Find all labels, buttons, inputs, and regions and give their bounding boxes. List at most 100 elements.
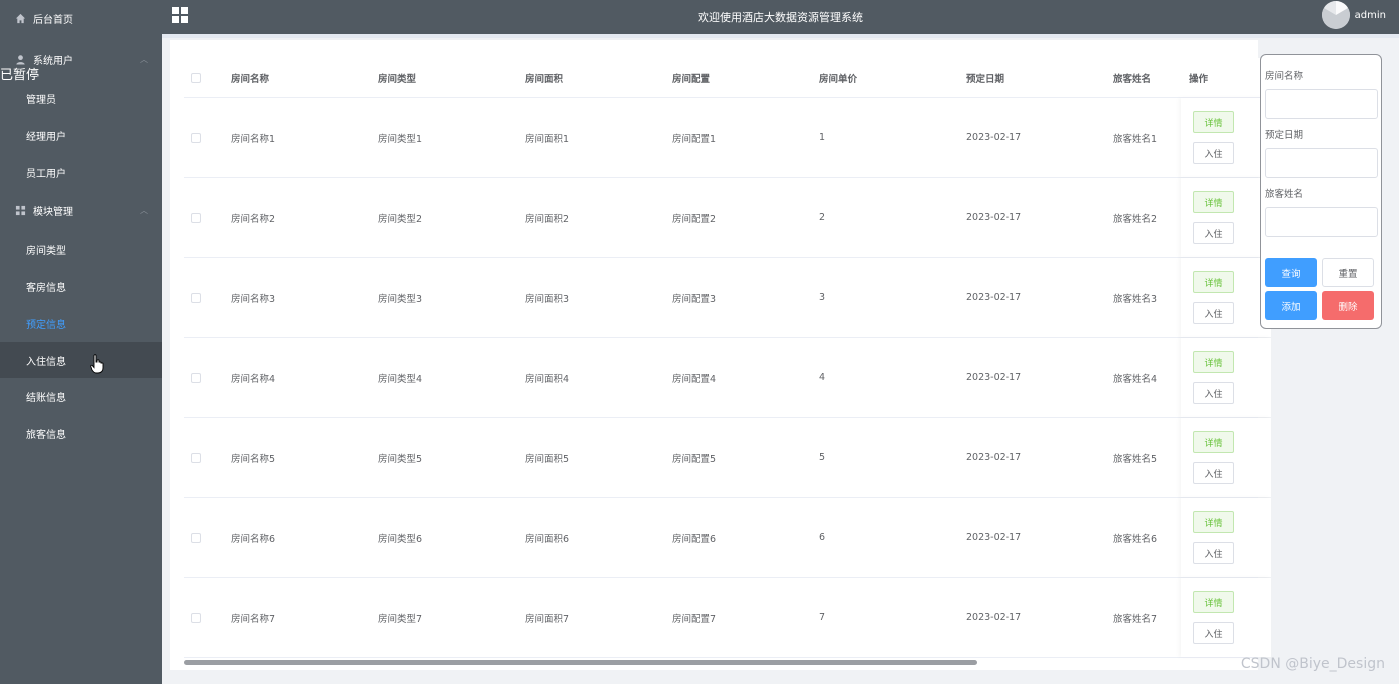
checkin-button[interactable]: 入住	[1193, 302, 1234, 324]
table-cell: 2023-02-17	[966, 612, 1022, 623]
hand-cursor-icon	[90, 354, 104, 374]
column-header: 旅客姓名	[1113, 73, 1152, 85]
row-checkbox[interactable]	[191, 178, 201, 257]
table-cell: 房间名称3	[231, 293, 276, 305]
row-actions: 详情 入住	[1181, 258, 1271, 337]
table-cell: 2023-02-17	[966, 532, 1022, 543]
table-cell: 房间面积4	[525, 373, 570, 385]
add-button[interactable]: 添加	[1265, 291, 1317, 320]
table-cell: 旅客姓名6	[1113, 533, 1158, 545]
row-checkbox[interactable]	[191, 418, 201, 497]
table-cell: 2	[819, 212, 826, 223]
table-cell: 房间名称5	[231, 453, 276, 465]
sidebar-item-modules[interactable]: 模块管理 ︿	[0, 192, 162, 228]
sidebar-item-room-info[interactable]: 客房信息	[0, 268, 162, 304]
checkin-button[interactable]: 入住	[1193, 142, 1234, 164]
table-cell: 房间配置5	[672, 453, 717, 465]
detail-button[interactable]: 详情	[1193, 431, 1234, 453]
sidebar-item-room-types[interactable]: 房间类型	[0, 231, 162, 267]
row-checkbox[interactable]	[191, 498, 201, 577]
room-name-input[interactable]	[1265, 89, 1378, 119]
reset-button[interactable]: 重置	[1322, 258, 1374, 287]
reservation-date-input[interactable]	[1265, 148, 1378, 178]
row-checkbox[interactable]	[191, 338, 201, 417]
detail-button[interactable]: 详情	[1193, 351, 1234, 373]
sidebar-item-checkout-info[interactable]: 结账信息	[0, 378, 162, 414]
table-row[interactable]: 房间名称3 房间类型3 房间面积3 房间配置3 3 2023-02-17 旅客姓名3 详情 入住	[184, 258, 1271, 338]
table-cell: 房间配置7	[672, 613, 717, 625]
table-cell: 2023-02-17	[966, 212, 1022, 223]
row-checkbox[interactable]	[191, 98, 201, 177]
username[interactable]: admin	[1355, 10, 1386, 21]
sidebar-item-label: 管理员	[26, 94, 56, 106]
table-row[interactable]: 房间名称2 房间类型2 房间面积2 房间配置2 2 2023-02-17 旅客姓名2 详情 入住	[184, 178, 1271, 258]
sidebar-item-label: 模块管理	[33, 206, 73, 218]
sidebar-item-label: 旅客信息	[26, 429, 66, 441]
detail-button[interactable]: 详情	[1193, 191, 1234, 213]
sidebar-item-label: 房间类型	[26, 245, 66, 257]
table-cell: 旅客姓名5	[1113, 453, 1158, 465]
table-cell: 3	[819, 292, 826, 303]
table-cell: 房间面积6	[525, 533, 570, 545]
table-cell: 房间类型6	[378, 533, 423, 545]
column-header: 预定日期	[966, 73, 1005, 85]
column-header-actions: 操作	[1181, 58, 1271, 98]
column-header: 房间面积	[525, 73, 564, 85]
table-row[interactable]: 房间名称1 房间类型1 房间面积1 房间配置1 1 2023-02-17 旅客姓名1 详情 入住	[184, 98, 1271, 178]
table-cell: 房间配置2	[672, 213, 717, 225]
delete-button[interactable]: 删除	[1322, 291, 1374, 320]
table-cell: 2023-02-17	[966, 372, 1022, 383]
table-cell: 房间类型7	[378, 613, 423, 625]
table-cell: 旅客姓名4	[1113, 373, 1158, 385]
checkin-button[interactable]: 入住	[1193, 382, 1234, 404]
row-checkbox[interactable]	[191, 258, 201, 337]
table-cell: 房间面积7	[525, 613, 570, 625]
sidebar-item-admin[interactable]: 管理员	[0, 80, 162, 116]
checkin-button[interactable]: 入住	[1193, 222, 1234, 244]
guest-name-label: 旅客姓名	[1265, 189, 1304, 200]
table-cell: 房间配置3	[672, 293, 717, 305]
avatar[interactable]	[1322, 1, 1350, 29]
select-all-checkbox[interactable]	[191, 58, 201, 97]
sidebar-item-reservations[interactable]: 预定信息	[0, 305, 162, 341]
table-cell: 2023-02-17	[966, 452, 1022, 463]
detail-button[interactable]: 详情	[1193, 511, 1234, 533]
checkin-button[interactable]: 入住	[1193, 462, 1234, 484]
table-cell: 5	[819, 452, 826, 463]
table-cell: 房间类型2	[378, 213, 423, 225]
sidebar-item-checkin-info[interactable]: 入住信息	[0, 342, 162, 378]
chevron-up-icon: ︿	[140, 206, 148, 215]
table-row[interactable]: 房间名称7 房间类型7 房间面积7 房间配置7 7 2023-02-17 旅客姓名7 详情 入住	[184, 578, 1271, 658]
checkin-button[interactable]: 入住	[1193, 622, 1234, 644]
detail-button[interactable]: 详情	[1193, 591, 1234, 613]
table-row[interactable]: 房间名称6 房间类型6 房间面积6 房间配置6 6 2023-02-17 旅客姓名6 详情 入住	[184, 498, 1271, 578]
home-icon	[14, 12, 26, 24]
top-bar: 欢迎使用酒店大数据资源管理系统 admin	[162, 0, 1399, 34]
detail-button[interactable]: 详情	[1193, 111, 1234, 133]
detail-button[interactable]: 详情	[1193, 271, 1234, 293]
table-row[interactable]: 房间名称5 房间类型5 房间面积5 房间配置5 5 2023-02-17 旅客姓名5 详情 入住	[184, 418, 1271, 498]
chevron-up-icon: ︿	[140, 55, 148, 64]
horizontal-scrollbar[interactable]	[184, 660, 977, 665]
row-actions: 详情 入住	[1181, 98, 1271, 177]
guest-name-input[interactable]	[1265, 207, 1378, 237]
table-row[interactable]: 房间名称4 房间类型4 房间面积4 房间配置4 4 2023-02-17 旅客姓名4 详情 入住	[184, 338, 1271, 418]
column-header: 房间类型	[378, 73, 417, 85]
sidebar-item-staff-users[interactable]: 员工用户	[0, 154, 162, 190]
sidebar-item-manager-users[interactable]: 经理用户	[0, 117, 162, 153]
sidebar-item-home[interactable]: 后台首页	[0, 0, 162, 36]
table-cell: 房间面积1	[525, 133, 570, 145]
table-cell: 房间配置6	[672, 533, 717, 545]
sidebar: 后台首页 系统用户 ︿ 已暂停 管理员 经理用户 员工用户 模块管理 ︿ 房间类…	[0, 0, 162, 684]
sidebar-item-label: 员工用户	[26, 168, 66, 180]
sidebar-item-guest-info[interactable]: 旅客信息	[0, 415, 162, 451]
sidebar-item-label: 经理用户	[26, 131, 66, 143]
table-cell: 旅客姓名2	[1113, 213, 1158, 225]
query-button[interactable]: 查询	[1265, 258, 1317, 287]
row-actions: 详情 入住	[1181, 578, 1271, 657]
row-checkbox[interactable]	[191, 578, 201, 657]
column-header: 房间单价	[819, 73, 858, 85]
table-cell: 房间类型5	[378, 453, 423, 465]
sidebar-item-label: 结账信息	[26, 392, 66, 404]
checkin-button[interactable]: 入住	[1193, 542, 1234, 564]
